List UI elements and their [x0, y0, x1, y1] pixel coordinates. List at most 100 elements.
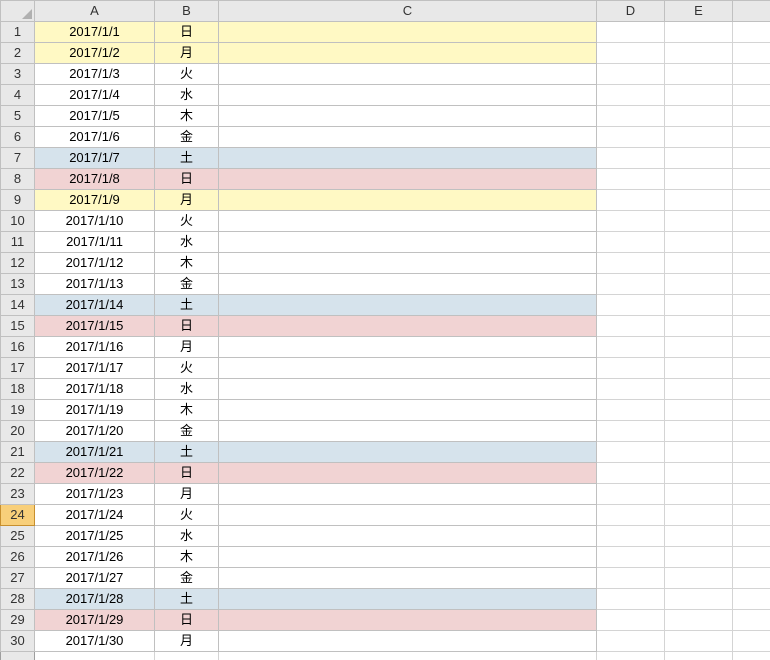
- cell-note[interactable]: [219, 505, 597, 526]
- cell-date[interactable]: 2017/1/26: [35, 547, 155, 568]
- empty-cell[interactable]: [733, 526, 770, 547]
- empty-cell[interactable]: [597, 274, 665, 295]
- column-header-D[interactable]: D: [597, 1, 665, 22]
- cell-note[interactable]: [219, 169, 597, 190]
- cell-weekday[interactable]: 水: [155, 526, 219, 547]
- empty-cell[interactable]: [155, 652, 219, 660]
- empty-cell[interactable]: [665, 190, 733, 211]
- empty-cell[interactable]: [35, 652, 155, 660]
- cell-weekday[interactable]: 土: [155, 442, 219, 463]
- cell-date[interactable]: 2017/1/17: [35, 358, 155, 379]
- cell-note[interactable]: [219, 211, 597, 232]
- empty-cell[interactable]: [665, 400, 733, 421]
- row-header[interactable]: 5: [1, 106, 35, 127]
- row-header[interactable]: 12: [1, 253, 35, 274]
- cell-date[interactable]: 2017/1/5: [35, 106, 155, 127]
- row-header[interactable]: 13: [1, 274, 35, 295]
- cell-weekday[interactable]: 火: [155, 64, 219, 85]
- empty-cell[interactable]: [733, 505, 770, 526]
- row-header[interactable]: 24: [1, 505, 35, 526]
- row-header[interactable]: 4: [1, 85, 35, 106]
- empty-cell[interactable]: [665, 337, 733, 358]
- spreadsheet-grid[interactable]: A B C D E 12017/1/1日22017/1/2月32017/1/3火…: [0, 0, 770, 660]
- cell-date[interactable]: 2017/1/1: [35, 22, 155, 43]
- empty-cell[interactable]: [665, 421, 733, 442]
- cell-date[interactable]: 2017/1/16: [35, 337, 155, 358]
- empty-cell[interactable]: [597, 295, 665, 316]
- empty-cell[interactable]: [733, 316, 770, 337]
- empty-cell[interactable]: [597, 400, 665, 421]
- cell-date[interactable]: 2017/1/28: [35, 589, 155, 610]
- cell-weekday[interactable]: 金: [155, 274, 219, 295]
- column-header-B[interactable]: B: [155, 1, 219, 22]
- row-header[interactable]: 20: [1, 421, 35, 442]
- cell-weekday[interactable]: 木: [155, 547, 219, 568]
- row-header[interactable]: 14: [1, 295, 35, 316]
- cell-note[interactable]: [219, 316, 597, 337]
- cell-date[interactable]: 2017/1/11: [35, 232, 155, 253]
- cell-weekday[interactable]: 日: [155, 22, 219, 43]
- row-header[interactable]: 17: [1, 358, 35, 379]
- column-header-A[interactable]: A: [35, 1, 155, 22]
- empty-cell[interactable]: [597, 547, 665, 568]
- empty-cell[interactable]: [665, 631, 733, 652]
- cell-note[interactable]: [219, 526, 597, 547]
- cell-note[interactable]: [219, 64, 597, 85]
- row-header[interactable]: 10: [1, 211, 35, 232]
- empty-cell[interactable]: [733, 43, 770, 64]
- cell-note[interactable]: [219, 232, 597, 253]
- row-header[interactable]: 7: [1, 148, 35, 169]
- empty-cell[interactable]: [665, 148, 733, 169]
- empty-cell[interactable]: [597, 253, 665, 274]
- cell-weekday[interactable]: 土: [155, 148, 219, 169]
- select-all-corner[interactable]: [1, 1, 35, 22]
- cell-weekday[interactable]: 水: [155, 379, 219, 400]
- empty-cell[interactable]: [733, 169, 770, 190]
- cell-note[interactable]: [219, 190, 597, 211]
- cell-note[interactable]: [219, 610, 597, 631]
- cell-weekday[interactable]: 日: [155, 169, 219, 190]
- cell-weekday[interactable]: 金: [155, 127, 219, 148]
- row-header[interactable]: 3: [1, 64, 35, 85]
- cell-weekday[interactable]: 月: [155, 631, 219, 652]
- empty-cell[interactable]: [665, 547, 733, 568]
- empty-cell[interactable]: [733, 64, 770, 85]
- column-header-E[interactable]: E: [665, 1, 733, 22]
- empty-cell[interactable]: [665, 232, 733, 253]
- cell-weekday[interactable]: 金: [155, 568, 219, 589]
- empty-cell[interactable]: [597, 169, 665, 190]
- empty-cell[interactable]: [597, 85, 665, 106]
- empty-cell[interactable]: [597, 568, 665, 589]
- empty-cell[interactable]: [733, 190, 770, 211]
- empty-cell[interactable]: [733, 547, 770, 568]
- cell-date[interactable]: 2017/1/7: [35, 148, 155, 169]
- row-header[interactable]: 15: [1, 316, 35, 337]
- empty-cell[interactable]: [665, 127, 733, 148]
- cell-date[interactable]: 2017/1/27: [35, 568, 155, 589]
- row-header[interactable]: 23: [1, 484, 35, 505]
- empty-cell[interactable]: [597, 463, 665, 484]
- empty-cell[interactable]: [665, 652, 733, 660]
- empty-cell[interactable]: [665, 106, 733, 127]
- cell-weekday[interactable]: 日: [155, 463, 219, 484]
- cell-note[interactable]: [219, 22, 597, 43]
- empty-cell[interactable]: [665, 169, 733, 190]
- cell-note[interactable]: [219, 337, 597, 358]
- empty-cell[interactable]: [597, 442, 665, 463]
- empty-cell[interactable]: [597, 610, 665, 631]
- cell-note[interactable]: [219, 589, 597, 610]
- cell-date[interactable]: 2017/1/2: [35, 43, 155, 64]
- empty-cell[interactable]: [597, 421, 665, 442]
- row-header[interactable]: 26: [1, 547, 35, 568]
- empty-cell[interactable]: [665, 211, 733, 232]
- empty-cell[interactable]: [733, 568, 770, 589]
- cell-weekday[interactable]: 火: [155, 358, 219, 379]
- empty-cell[interactable]: [665, 484, 733, 505]
- empty-cell[interactable]: [665, 589, 733, 610]
- empty-cell[interactable]: [665, 568, 733, 589]
- cell-date[interactable]: 2017/1/14: [35, 295, 155, 316]
- cell-weekday[interactable]: 月: [155, 43, 219, 64]
- empty-cell[interactable]: [219, 652, 597, 660]
- column-header-C[interactable]: C: [219, 1, 597, 22]
- cell-date[interactable]: 2017/1/15: [35, 316, 155, 337]
